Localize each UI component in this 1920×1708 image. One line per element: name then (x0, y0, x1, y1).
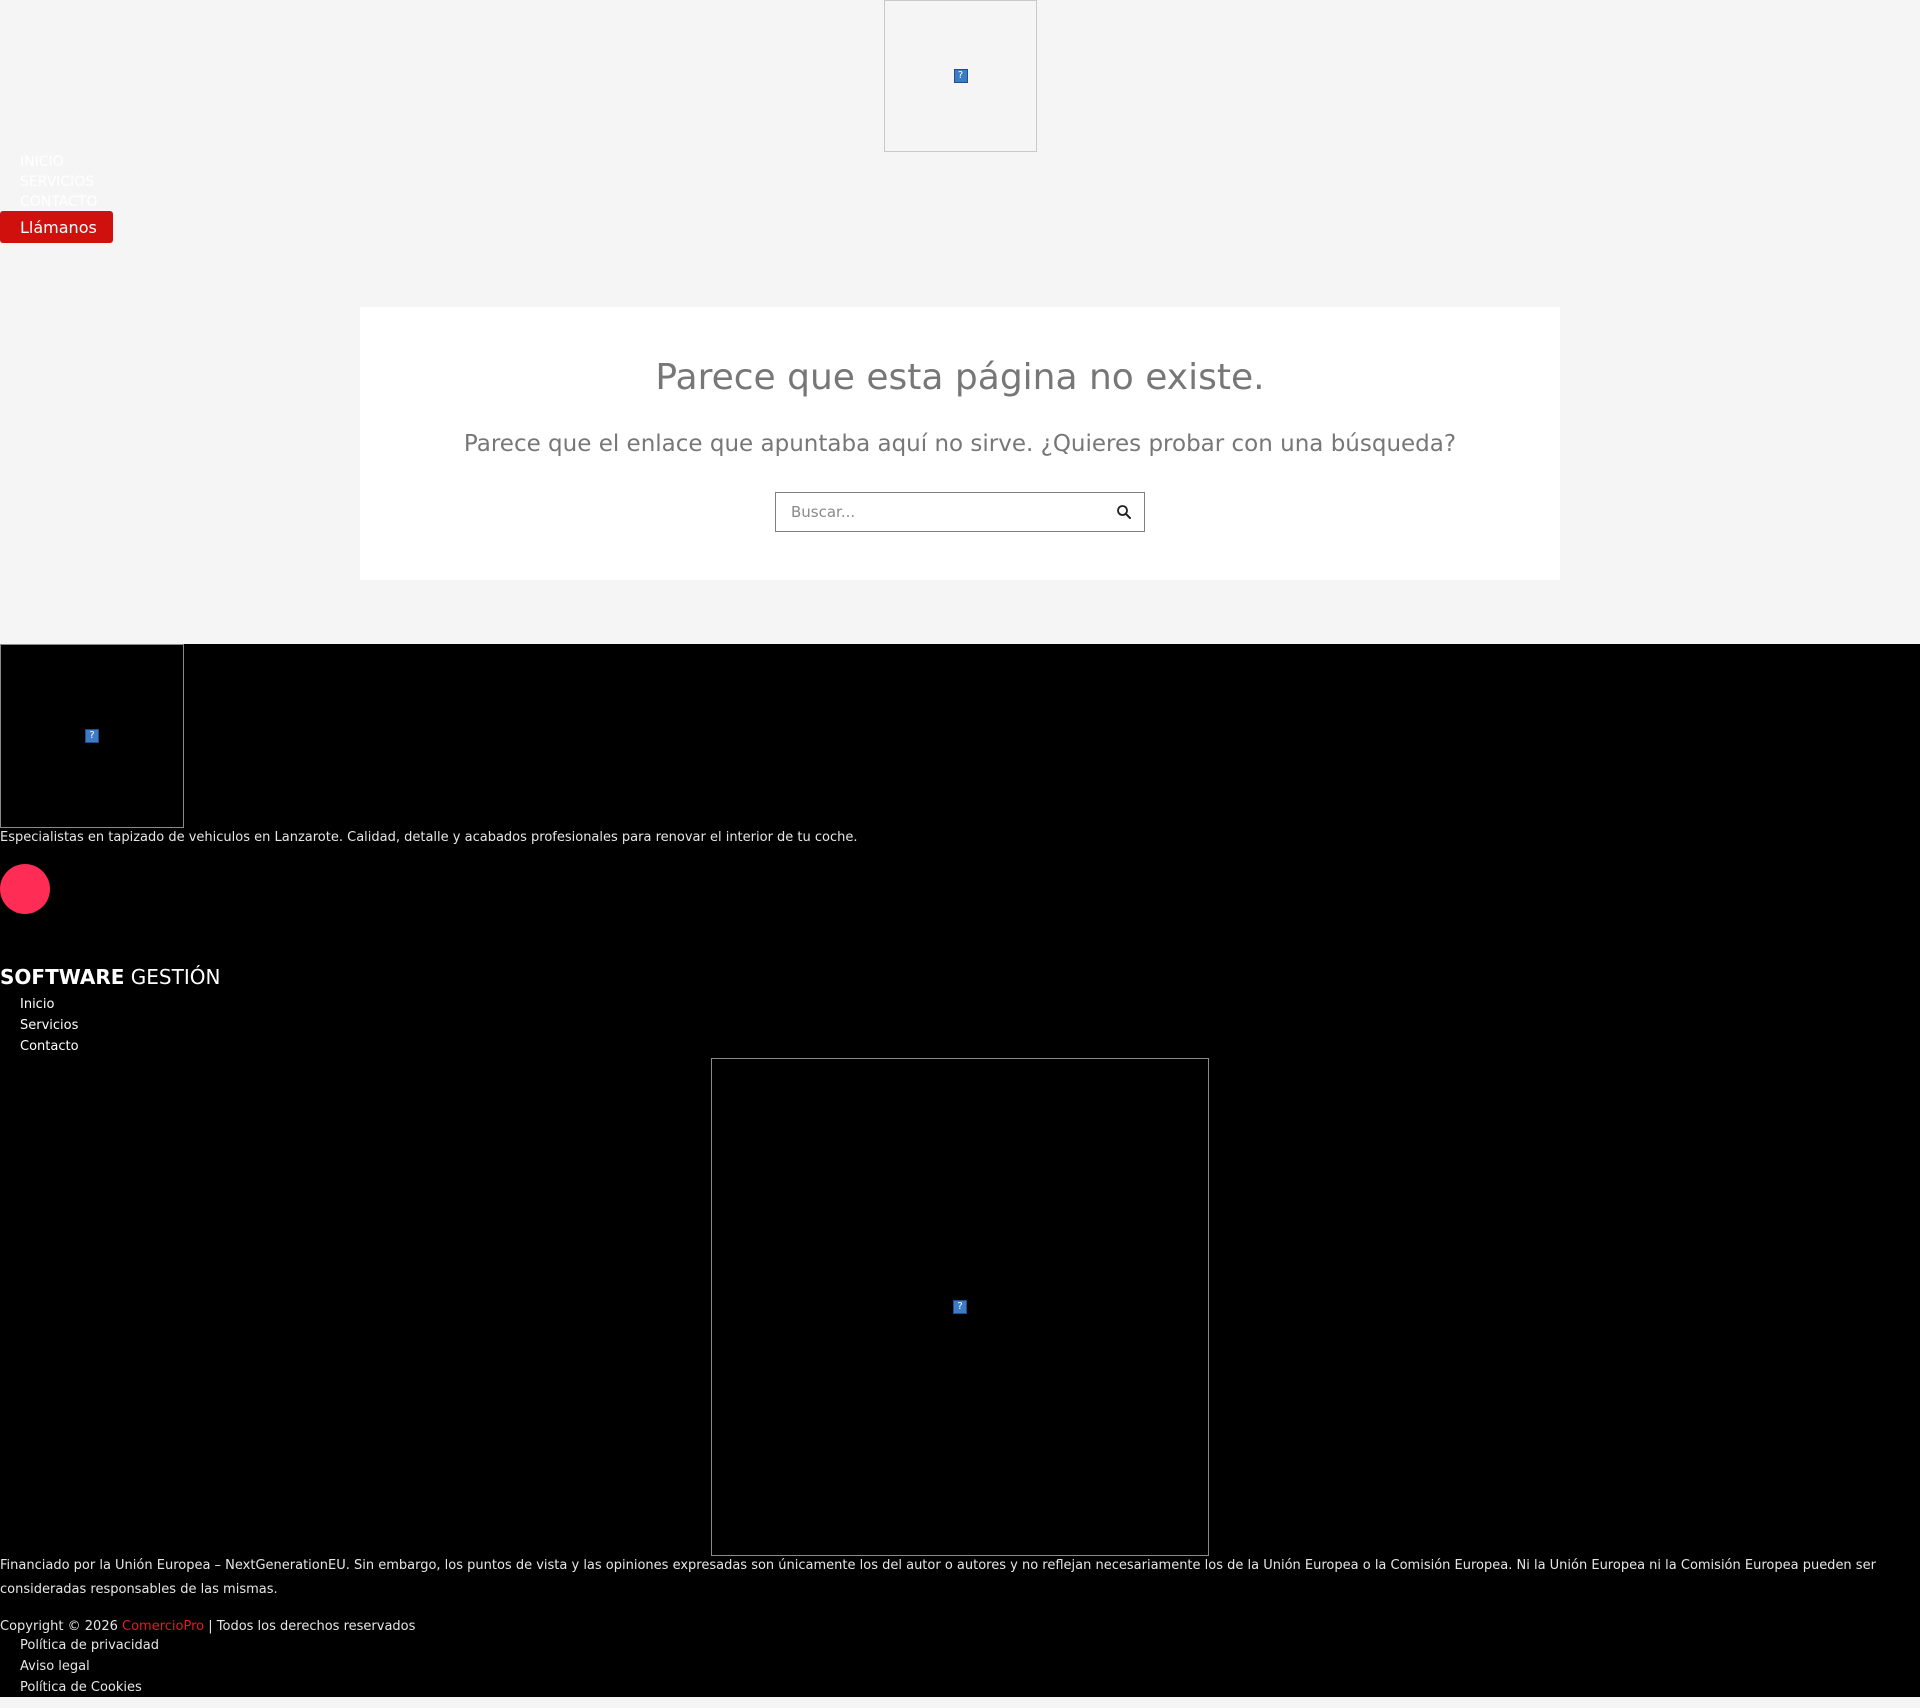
call-button[interactable]: Llámanos (0, 211, 113, 243)
eu-funding-notice: Financiado por la Unión Europea – NextGe… (0, 1558, 1876, 1597)
eu-funding-logo: ? (711, 1058, 1209, 1556)
site-footer: ? Especialistas en tapizado de vehiculos… (0, 644, 1920, 1697)
search-icon (1117, 504, 1131, 519)
legal-nav: Política de privacidad Aviso legal Polít… (20, 1635, 159, 1698)
brand-link[interactable]: ComercioPro (122, 1619, 204, 1634)
footer-heading-strong: SOFTWARE (0, 965, 125, 989)
nav-item-servicios[interactable]: SERVICIOS (20, 172, 97, 192)
not-found-card: Parece que esta página no existe. Parece… (360, 307, 1560, 580)
broken-image-icon: ? (953, 1300, 967, 1314)
header-logo[interactable]: ? (884, 0, 1037, 152)
search-button[interactable] (1110, 501, 1138, 525)
social-icon[interactable] (0, 864, 50, 914)
search-form (775, 492, 1145, 532)
copyright-suffix: | Todos los derechos reservados (204, 1619, 416, 1634)
copyright-prefix: Copyright © 2026 (0, 1619, 123, 1634)
footer-nav: Inicio Servicios Contacto (20, 994, 79, 1057)
search-input[interactable] (776, 493, 1096, 531)
legal-link-cookies[interactable]: Política de Cookies (20, 1677, 159, 1698)
footer-logo[interactable]: ? (0, 644, 184, 828)
footer-heading-rest: GESTIÓN (124, 965, 221, 989)
copyright: Copyright © 2026 ComercioPro | Todos los… (0, 1618, 415, 1636)
footer-tagline: Especialistas en tapizado de vehiculos e… (0, 830, 858, 845)
footer-heading: SOFTWARE GESTIÓN (0, 964, 220, 990)
legal-link-privacidad[interactable]: Política de privacidad (20, 1635, 159, 1656)
broken-image-icon: ? (85, 729, 99, 743)
main-nav: INICIO SERVICIOS CONTACTO (20, 152, 97, 212)
page-title: Parece que esta página no existe. (655, 357, 1265, 398)
footer-nav-contacto[interactable]: Contacto (20, 1036, 79, 1057)
broken-image-icon: ? (953, 69, 968, 83)
footer-nav-servicios[interactable]: Servicios (20, 1015, 79, 1036)
nav-item-contacto[interactable]: CONTACTO (20, 192, 97, 212)
not-found-message: Parece que el enlace que apuntaba aquí n… (463, 431, 1457, 457)
nav-item-inicio[interactable]: INICIO (20, 152, 97, 172)
footer-nav-inicio[interactable]: Inicio (20, 994, 79, 1015)
legal-link-aviso[interactable]: Aviso legal (20, 1656, 159, 1677)
